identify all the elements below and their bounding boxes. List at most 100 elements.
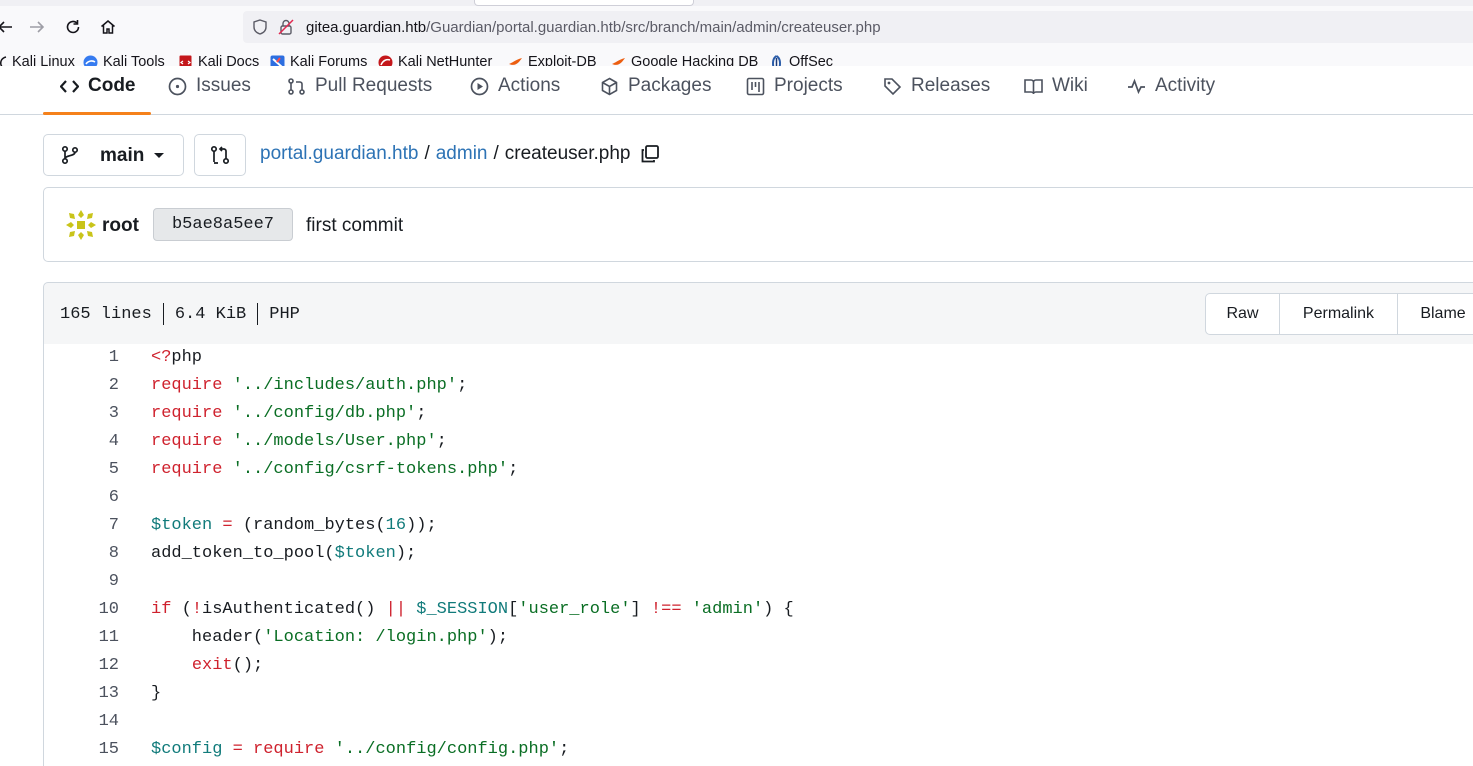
code-line: 12 exit(); bbox=[44, 652, 1473, 680]
line-number[interactable]: 14 bbox=[44, 712, 119, 731]
tab-releases[interactable]: Releases bbox=[883, 72, 990, 100]
compare-button[interactable] bbox=[194, 134, 246, 176]
line-code: require '../config/csrf-tokens.php'; bbox=[151, 460, 519, 479]
line-code: if (!isAuthenticated() || $_SESSION['use… bbox=[151, 600, 794, 619]
line-number[interactable]: 12 bbox=[44, 656, 119, 675]
file-header: 165 lines 6.4 KiB PHP Raw Permalink Blam… bbox=[43, 282, 1473, 345]
line-code: $config = require '../config/config.php'… bbox=[151, 740, 570, 759]
reload-icon bbox=[66, 20, 80, 34]
raw-button[interactable]: Raw bbox=[1206, 294, 1280, 334]
copy-path-icon[interactable] bbox=[640, 144, 660, 164]
commit-author[interactable]: root bbox=[102, 215, 139, 237]
url-host: gitea.guardian.htb bbox=[306, 19, 427, 36]
pulse-icon bbox=[1128, 78, 1145, 94]
tab-packages[interactable]: Packages bbox=[600, 72, 711, 100]
tab-issues[interactable]: Issues bbox=[168, 72, 251, 100]
line-number[interactable]: 11 bbox=[44, 628, 119, 647]
url-text[interactable]: gitea.guardian.htb/Guardian/portal.guard… bbox=[306, 19, 881, 36]
line-number[interactable]: 6 bbox=[44, 488, 119, 507]
tab-label: Actions bbox=[498, 75, 561, 96]
line-code: require '../models/User.php'; bbox=[151, 432, 447, 451]
code-line: 10 if (!isAuthenticated() || $_SESSION['u… bbox=[44, 596, 1473, 624]
pull-request-icon bbox=[288, 77, 305, 95]
forward-arrow-icon bbox=[30, 21, 45, 33]
tab-code[interactable]: Code bbox=[60, 72, 136, 100]
line-code: require '../config/db.php'; bbox=[151, 404, 427, 423]
code-line: 11 header('Location: /login.php'); bbox=[44, 624, 1473, 652]
compare-icon bbox=[210, 145, 230, 165]
code-line: 8 add_token_to_pool($token); bbox=[44, 540, 1473, 568]
divider bbox=[257, 303, 259, 325]
back-arrow-icon bbox=[0, 21, 12, 33]
browser-navbar: gitea.guardian.htb/Guardian/portal.guard… bbox=[0, 6, 1473, 46]
url-bar[interactable]: gitea.guardian.htb/Guardian/portal.guard… bbox=[243, 11, 1473, 43]
breadcrumb-dir-link[interactable]: admin bbox=[436, 143, 488, 165]
back-button[interactable] bbox=[0, 14, 18, 40]
line-number[interactable]: 9 bbox=[44, 572, 119, 591]
breadcrumb-separator: / bbox=[493, 143, 499, 164]
commit-message[interactable]: first commit bbox=[306, 215, 403, 237]
line-number[interactable]: 2 bbox=[44, 376, 119, 395]
commit-sha-badge[interactable]: b5ae8a5ee7 bbox=[153, 208, 293, 241]
line-number[interactable]: 3 bbox=[44, 404, 119, 423]
line-code: } bbox=[151, 684, 162, 703]
line-number[interactable]: 15 bbox=[44, 740, 119, 759]
code-line: 7 $token = (random_bytes(16)); bbox=[44, 512, 1473, 540]
file-line-count: 165 lines bbox=[60, 304, 152, 324]
tab-wiki[interactable]: Wiki bbox=[1024, 72, 1088, 100]
line-code: exit(); bbox=[191, 656, 264, 675]
tab-actions[interactable]: Actions bbox=[470, 72, 560, 100]
home-button[interactable] bbox=[95, 14, 121, 40]
branch-selector[interactable]: main bbox=[43, 134, 184, 176]
code-line: 13} bbox=[44, 680, 1473, 708]
file-language: PHP bbox=[269, 304, 300, 324]
breadcrumb-current-file: createuser.php bbox=[504, 143, 631, 164]
code-line: 4 require '../models/User.php'; bbox=[44, 428, 1473, 456]
line-number[interactable]: 4 bbox=[44, 432, 119, 451]
line-code: <?php bbox=[151, 348, 203, 367]
tab-label: Pull Requests bbox=[315, 75, 433, 96]
tab-pull-requests[interactable]: Pull Requests bbox=[287, 72, 432, 100]
breadcrumb-separator: / bbox=[424, 143, 430, 164]
tab-label: Issues bbox=[196, 75, 251, 96]
insecure-lock-icon[interactable] bbox=[277, 18, 295, 36]
code-line: 6 bbox=[44, 484, 1473, 512]
code-line: 15 $config = require '../config/config.ph… bbox=[44, 736, 1473, 764]
book-icon bbox=[1024, 78, 1043, 94]
tab-label: Projects bbox=[774, 75, 843, 96]
line-number[interactable]: 8 bbox=[44, 544, 119, 563]
line-number[interactable]: 1 bbox=[44, 348, 119, 367]
line-code: require '../includes/auth.php'; bbox=[151, 376, 468, 395]
tab-label: Activity bbox=[1155, 75, 1216, 96]
shield-icon[interactable] bbox=[251, 18, 269, 36]
file-size: 6.4 KiB bbox=[174, 304, 247, 324]
project-icon bbox=[746, 77, 765, 95]
line-number[interactable]: 10 bbox=[44, 600, 119, 619]
permalink-button[interactable]: Permalink bbox=[1280, 294, 1398, 334]
tab-label: Releases bbox=[911, 75, 991, 96]
chevron-down-icon bbox=[154, 153, 164, 158]
breadcrumb-repo-link[interactable]: portal.guardian.htb bbox=[260, 143, 418, 165]
avatar[interactable] bbox=[64, 208, 98, 242]
tab-label: Code bbox=[88, 75, 136, 96]
forward-button[interactable] bbox=[24, 14, 50, 40]
reload-button[interactable] bbox=[60, 14, 86, 40]
breadcrumb: portal.guardian.htb / admin / createuser… bbox=[260, 143, 660, 165]
line-number[interactable]: 13 bbox=[44, 684, 119, 703]
branch-name: main bbox=[100, 145, 145, 166]
code-view: 1 <?php 2 require '../includes/auth.php'; 3 r… bbox=[43, 344, 1473, 766]
tab-projects[interactable]: Projects bbox=[746, 72, 843, 100]
file-actions-group: Raw Permalink Blame bbox=[1205, 293, 1473, 335]
code-line: 5 require '../config/csrf-tokens.php'; bbox=[44, 456, 1473, 484]
line-number[interactable]: 5 bbox=[44, 460, 119, 479]
tab-label: Wiki bbox=[1052, 75, 1088, 96]
line-number[interactable]: 7 bbox=[44, 516, 119, 535]
home-icon bbox=[101, 20, 115, 34]
code-line: 3 require '../config/db.php'; bbox=[44, 400, 1473, 428]
code-line: 9 bbox=[44, 568, 1473, 596]
url-path: /Guardian/portal.guardian.htb/src/branch… bbox=[426, 19, 881, 36]
tab-activity[interactable]: Activity bbox=[1127, 72, 1215, 100]
repo-tab-bar: Code Issues Pull Requests Actions Packag… bbox=[0, 66, 1473, 115]
blame-button[interactable]: Blame bbox=[1398, 294, 1473, 334]
code-line: 1 <?php bbox=[44, 344, 1473, 372]
